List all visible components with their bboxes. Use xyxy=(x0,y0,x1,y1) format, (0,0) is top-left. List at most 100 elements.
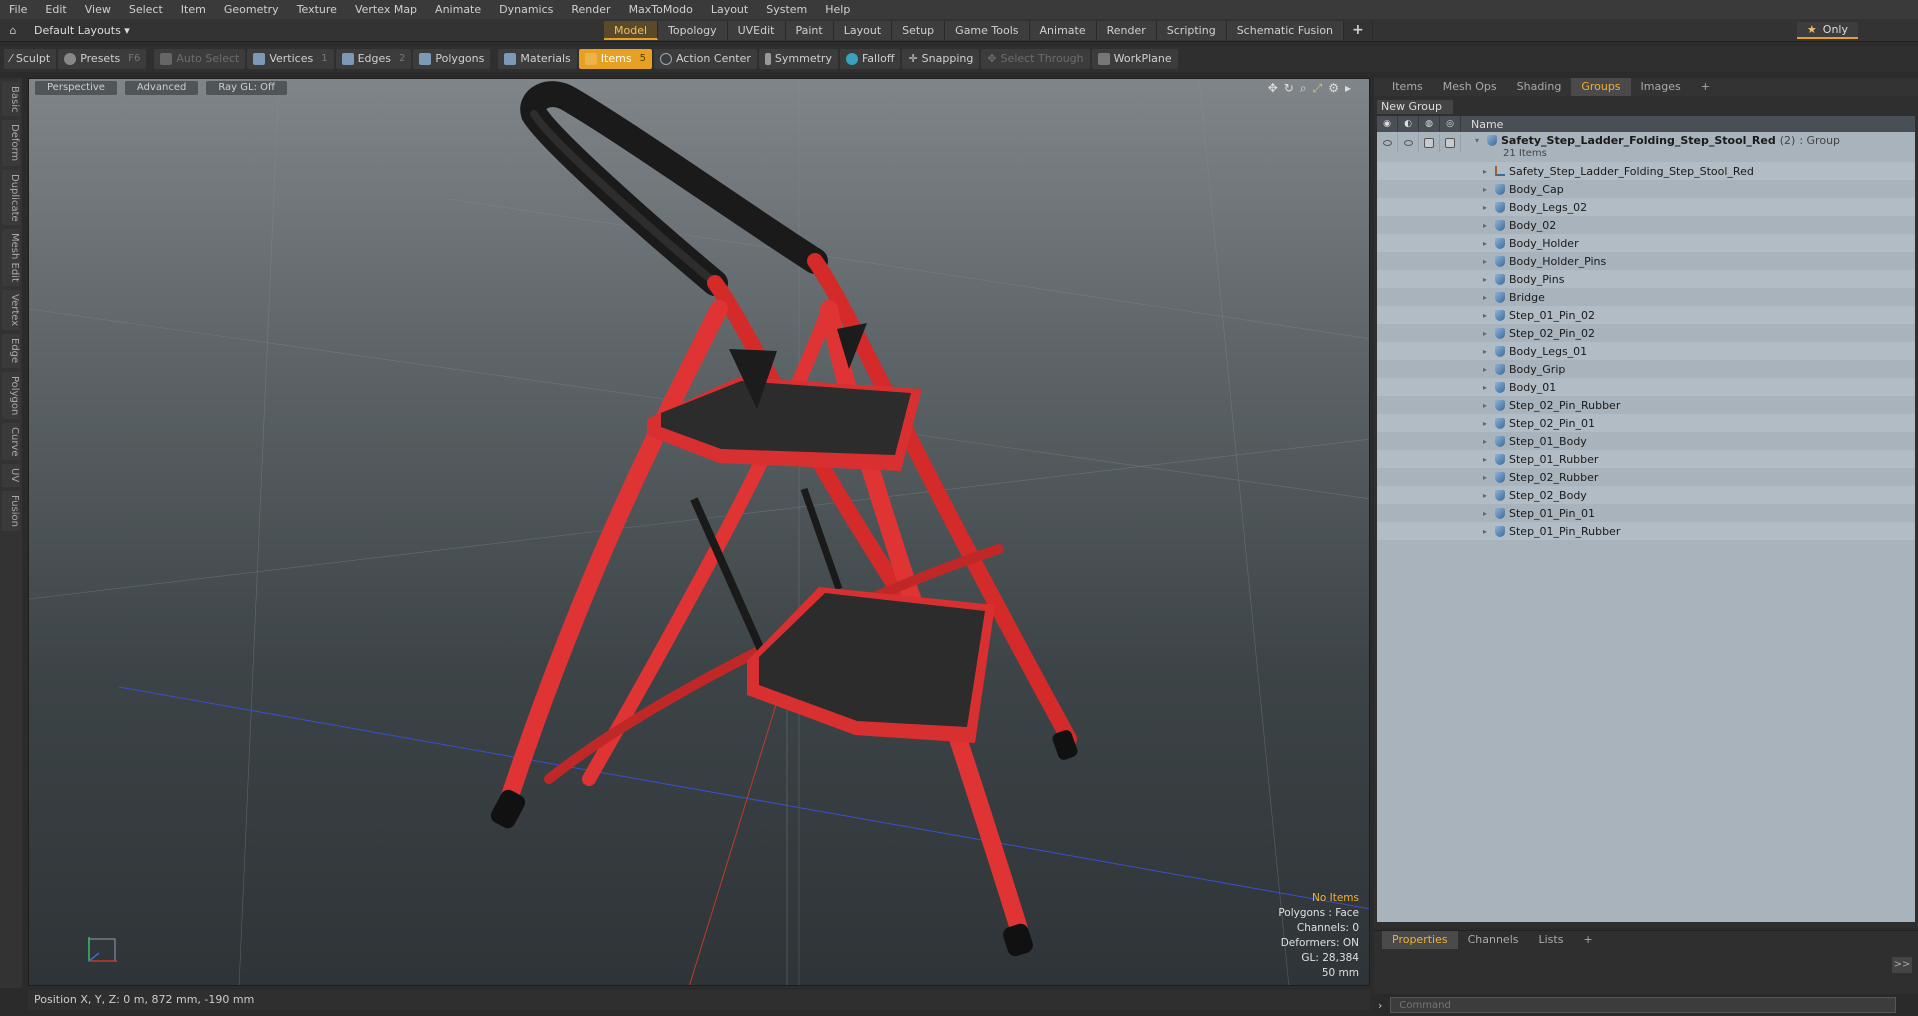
tab-layout[interactable]: Layout xyxy=(833,21,893,40)
auto-select-button[interactable]: Auto Select xyxy=(154,49,246,69)
add-panel-tab-button[interactable]: + xyxy=(1691,78,1720,96)
tab-lists[interactable]: Lists xyxy=(1529,931,1574,949)
tab-uvedit[interactable]: UVEdit xyxy=(727,21,786,40)
group-row[interactable]: ▾ Safety_Step_Ladder_Folding_Step_Stool_… xyxy=(1377,132,1915,162)
list-item[interactable]: ▸ Step_01_Pin_01 xyxy=(1377,504,1915,522)
snapping-button[interactable]: ✛ Snapping xyxy=(902,49,980,69)
list-item[interactable]: ▸ Step_01_Pin_Rubber xyxy=(1377,522,1915,540)
expand-icon[interactable]: ▸ xyxy=(1483,293,1491,302)
tab-schematic-fusion[interactable]: Schematic Fusion xyxy=(1226,21,1345,40)
expand-icon[interactable]: ▸ xyxy=(1483,437,1491,446)
items-button[interactable]: Items 5 xyxy=(578,49,652,69)
expand-icon[interactable]: ▸ xyxy=(1483,473,1491,482)
tab-vertex[interactable]: Vertex xyxy=(2,290,20,331)
lock-toggle[interactable] xyxy=(1419,134,1440,152)
expand-icon[interactable]: ▸ xyxy=(1483,239,1491,248)
expand-icon[interactable]: ▸ xyxy=(1483,365,1491,374)
sculpt-button[interactable]: ⁄ Sculpt xyxy=(4,49,57,69)
menu-system[interactable]: System xyxy=(757,0,816,19)
list-item[interactable]: ▸ Safety_Step_Ladder_Folding_Step_Stool_R… xyxy=(1377,162,1915,180)
tab-model[interactable]: Model xyxy=(604,21,659,40)
menu-view[interactable]: View xyxy=(76,0,120,19)
pan-icon[interactable]: ✥ xyxy=(1268,81,1278,96)
visibility-toggle[interactable] xyxy=(1377,134,1398,152)
expand-icon[interactable]: ▸ xyxy=(1483,257,1491,266)
view-mode-button[interactable]: Perspective xyxy=(35,81,117,95)
menu-select[interactable]: Select xyxy=(120,0,172,19)
list-item[interactable]: ▸ Body_Holder_Pins xyxy=(1377,252,1915,270)
list-item[interactable]: ▸ Body_02 xyxy=(1377,216,1915,234)
tab-polygon[interactable]: Polygon xyxy=(2,371,20,419)
tab-fusion[interactable]: Fusion xyxy=(2,490,20,531)
menu-texture[interactable]: Texture xyxy=(288,0,346,19)
tab-properties[interactable]: Properties xyxy=(1382,931,1458,949)
raygl-button[interactable]: Ray GL: Off xyxy=(206,81,287,95)
render-column-icon[interactable]: ◐ xyxy=(1398,116,1419,132)
list-item[interactable]: ▸ Body_Legs_01 xyxy=(1377,342,1915,360)
collapse-icon[interactable]: ▾ xyxy=(1475,136,1483,145)
tab-groups[interactable]: Groups xyxy=(1571,78,1631,96)
tab-curve[interactable]: Curve xyxy=(2,422,20,461)
tab-game-tools[interactable]: Game Tools xyxy=(945,21,1030,40)
tab-mesh-edit[interactable]: Mesh Edit xyxy=(2,229,20,287)
tab-images[interactable]: Images xyxy=(1631,78,1691,96)
expand-icon[interactable]: ▸ xyxy=(1483,455,1491,464)
expand-icon[interactable]: ▸ xyxy=(1483,311,1491,320)
menu-help[interactable]: Help xyxy=(816,0,859,19)
menu-item[interactable]: Item xyxy=(172,0,215,19)
tab-items[interactable]: Items xyxy=(1382,78,1433,96)
expand-icon[interactable]: ▸ xyxy=(1483,329,1491,338)
select-column-icon[interactable]: ◎ xyxy=(1440,116,1461,132)
expand-icon[interactable]: ▸ xyxy=(1483,203,1491,212)
materials-button[interactable]: Materials xyxy=(498,49,577,69)
polygons-button[interactable]: Polygons xyxy=(413,49,491,69)
lock-column-icon[interactable]: ◍ xyxy=(1419,116,1440,132)
add-properties-tab-button[interactable]: + xyxy=(1573,931,1602,949)
list-item[interactable]: ▸ Body_01 xyxy=(1377,378,1915,396)
rotate-icon[interactable]: ↻ xyxy=(1284,81,1294,96)
expand-icon[interactable]: ▸ xyxy=(1483,275,1491,284)
tab-render[interactable]: Render xyxy=(1096,21,1157,40)
expand-icon[interactable]: ▸ xyxy=(1483,185,1491,194)
add-tab-button[interactable]: + xyxy=(1344,21,1373,40)
expand-icon[interactable]: ▸ xyxy=(1483,419,1491,428)
symmetry-button[interactable]: Symmetry xyxy=(758,49,838,69)
advanced-button[interactable]: Advanced xyxy=(124,81,199,95)
presets-button[interactable]: Presets F6 xyxy=(58,49,147,69)
expand-icon[interactable]: ▸ xyxy=(1483,509,1491,518)
select-through-button[interactable]: ✥ Select Through xyxy=(981,49,1090,69)
tab-animate[interactable]: Animate xyxy=(1029,21,1097,40)
list-item[interactable]: ▸ Step_02_Pin_01 xyxy=(1377,414,1915,432)
tab-scripting[interactable]: Scripting xyxy=(1156,21,1227,40)
layouts-dropdown[interactable]: Default Layouts ▾ xyxy=(26,24,138,37)
list-item[interactable]: ▸ Step_02_Pin_Rubber xyxy=(1377,396,1915,414)
list-item[interactable]: ▸ Step_01_Pin_02 xyxy=(1377,306,1915,324)
3d-viewport[interactable]: Perspective Advanced Ray GL: Off ✥ ↻ ⌕ ⤢… xyxy=(28,78,1370,986)
vertices-button[interactable]: Vertices 1 xyxy=(247,49,334,69)
menu-dynamics[interactable]: Dynamics xyxy=(490,0,562,19)
tab-deform[interactable]: Deform xyxy=(2,120,20,166)
menu-edit[interactable]: Edit xyxy=(36,0,75,19)
tab-duplicate[interactable]: Duplicate xyxy=(2,169,20,226)
list-item[interactable]: ▸ Body_Grip xyxy=(1377,360,1915,378)
expand-button[interactable]: >> xyxy=(1892,957,1912,973)
menu-vertex-map[interactable]: Vertex Map xyxy=(346,0,426,19)
tab-paint[interactable]: Paint xyxy=(785,21,834,40)
command-input[interactable] xyxy=(1390,997,1897,1013)
list-item[interactable]: ▸ Step_02_Pin_02 xyxy=(1377,324,1915,342)
tab-edge[interactable]: Edge xyxy=(2,334,20,368)
list-item[interactable]: ▸ Step_01_Rubber xyxy=(1377,450,1915,468)
workplane-button[interactable]: WorkPlane xyxy=(1091,49,1178,69)
menu-geometry[interactable]: Geometry xyxy=(215,0,288,19)
menu-render[interactable]: Render xyxy=(562,0,619,19)
visibility-column-icon[interactable]: ◉ xyxy=(1377,116,1398,132)
list-item[interactable]: ▸ Step_01_Body xyxy=(1377,432,1915,450)
list-item[interactable]: ▸ Body_Holder xyxy=(1377,234,1915,252)
list-item[interactable]: ▸ Step_02_Body xyxy=(1377,486,1915,504)
list-item[interactable]: ▸ Bridge xyxy=(1377,288,1915,306)
edges-button[interactable]: Edges 2 xyxy=(335,49,412,69)
menu-layout[interactable]: Layout xyxy=(702,0,757,19)
expand-icon[interactable]: ▸ xyxy=(1483,221,1491,230)
list-item[interactable]: ▸ Step_02_Rubber xyxy=(1377,468,1915,486)
tab-mesh-ops[interactable]: Mesh Ops xyxy=(1433,78,1507,96)
